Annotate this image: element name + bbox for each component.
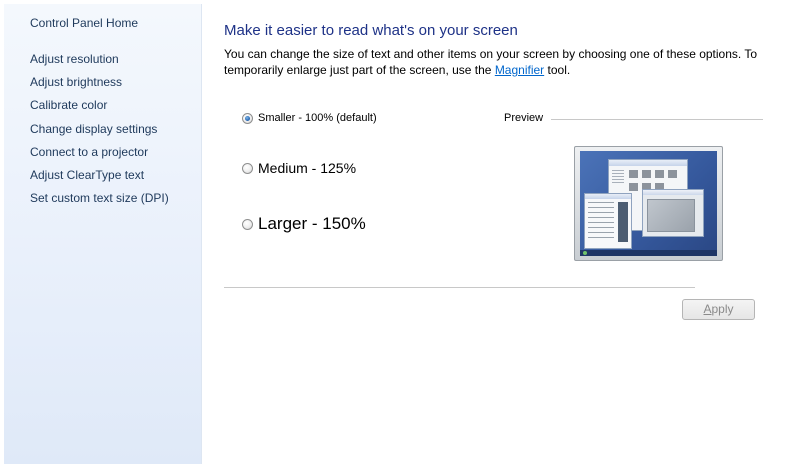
control-panel-home-link[interactable]: Control Panel Home (30, 16, 138, 30)
sidebar-item-change-display-settings[interactable]: Change display settings (30, 122, 157, 136)
radio-smaller[interactable] (242, 112, 253, 124)
radio-larger[interactable] (242, 218, 253, 230)
option-smaller-label[interactable]: Smaller - 100% (default) (258, 112, 377, 124)
sidebar-item-connect-projector[interactable]: Connect to a projector (30, 145, 148, 159)
preview-image (574, 146, 723, 261)
preview-label: Preview (504, 112, 544, 124)
apply-button[interactable]: Apply (682, 299, 755, 320)
preview-window-list (584, 193, 632, 249)
option-medium[interactable]: Medium - 125% (242, 160, 356, 176)
preview-divider (551, 119, 763, 120)
apply-rest: pply (711, 302, 734, 316)
sidebar-item-custom-text-size[interactable]: Set custom text size (DPI) (30, 191, 169, 205)
apply-accelerator: A (703, 302, 712, 316)
content-divider (224, 287, 695, 288)
description-text-end: tool. (544, 63, 571, 77)
sidebar-item-calibrate-color[interactable]: Calibrate color (30, 98, 107, 112)
page-description: You can change the size of text and othe… (224, 46, 764, 78)
start-orb-icon (583, 251, 587, 255)
option-smaller[interactable]: Smaller - 100% (default) (242, 112, 377, 124)
magnifier-link[interactable]: Magnifier (495, 63, 544, 77)
sidebar-item-adjust-resolution[interactable]: Adjust resolution (30, 52, 119, 66)
radio-medium[interactable] (242, 162, 253, 174)
preview-taskbar (580, 250, 717, 256)
option-larger[interactable]: Larger - 150% (242, 214, 366, 234)
page-title: Make it easier to read what's on your sc… (224, 22, 518, 39)
sidebar-item-adjust-cleartype[interactable]: Adjust ClearType text (30, 168, 144, 182)
preview-desktop (580, 151, 717, 256)
preview-window-front (642, 189, 704, 237)
description-text: You can change the size of text and othe… (224, 47, 758, 77)
navigation-pane: Control Panel Home Adjust resolution Adj… (4, 4, 202, 464)
option-medium-label[interactable]: Medium - 125% (258, 160, 356, 176)
sidebar-item-adjust-brightness[interactable]: Adjust brightness (30, 75, 122, 89)
option-larger-label[interactable]: Larger - 150% (258, 214, 366, 234)
